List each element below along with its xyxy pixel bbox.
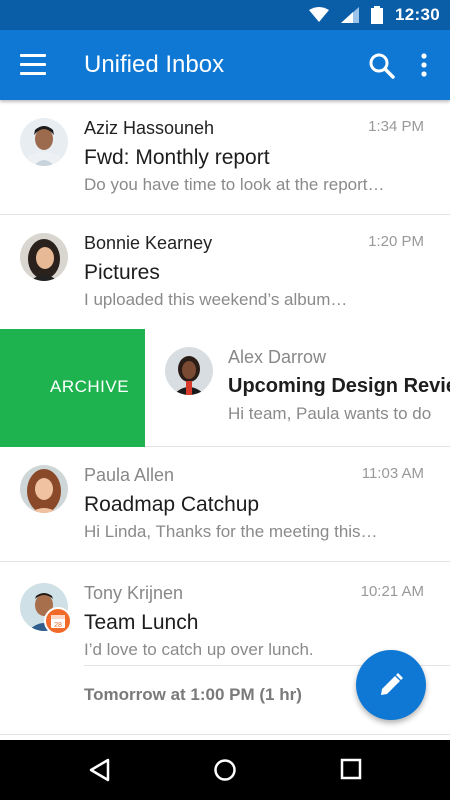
list-item[interactable]: Paula Allen 11:03 AM Roadmap Catchup Hi … [0,447,450,562]
subject: Team Lunch [84,611,199,634]
preview: Hi team, Paula wants to do [228,404,432,423]
signal-icon [341,7,360,23]
sender: Aziz Hassouneh [84,118,215,138]
time: 1:20 PM [368,233,424,250]
calendar-icon: 28 [44,607,72,635]
wifi-icon [309,7,330,22]
nav-bar [0,740,450,800]
time: 11:03 AM [361,465,424,482]
menu-icon[interactable] [20,54,46,76]
subject: Roadmap Catchup [84,493,260,516]
preview: Hi Linda, Thanks for the meeting this… [84,522,378,541]
page-title: Unified Inbox [84,51,225,78]
time: 10:21 AM [360,583,424,600]
battery-icon [371,6,384,24]
sender: Bonnie Kearney [84,233,213,253]
recents-icon[interactable] [340,758,362,780]
avatar [165,347,213,395]
sender: Tony Krijnen [84,583,184,603]
calendar-day: 28 [54,622,62,629]
message-list: Aziz Hassouneh 1:34 PM Fwd: Monthly repo… [0,100,450,740]
subject: Fwd: Monthly report [84,146,270,169]
back-icon[interactable] [88,758,110,782]
status-bar: 12:30 [0,0,450,30]
preview: I uploaded this weekend’s album… [84,290,348,309]
preview: I’d love to catch up over lunch. [84,640,314,659]
avatar [20,118,68,166]
compose-icon [381,673,403,695]
search-icon[interactable] [368,52,396,80]
home-icon[interactable] [213,758,237,782]
subject: Upcoming Design Review [228,375,450,397]
sender: Paula Allen [84,465,175,485]
list-item[interactable]: Alex Darrow Upcoming Design Review Hi te… [145,329,450,447]
list-item[interactable]: Bonnie Kearney 1:20 PM Pictures I upload… [0,215,450,330]
list-item[interactable]: Aziz Hassouneh 1:34 PM Fwd: Monthly repo… [0,100,450,215]
compose-button[interactable] [356,650,426,720]
event-summary: Tomorrow at 1:00 PM (1 hr) [84,685,302,704]
app-bar: Unified Inbox [0,30,450,100]
archive-label: ARCHIVE [50,377,130,396]
subject: Pictures [84,261,160,284]
sender: Alex Darrow [228,347,327,367]
more-vert-icon[interactable] [418,52,430,78]
avatar [20,465,68,513]
status-time: 12:30 [395,5,440,24]
preview: Do you have time to look at the report… [84,175,385,194]
time: 1:34 PM [368,118,424,135]
avatar [20,233,68,281]
